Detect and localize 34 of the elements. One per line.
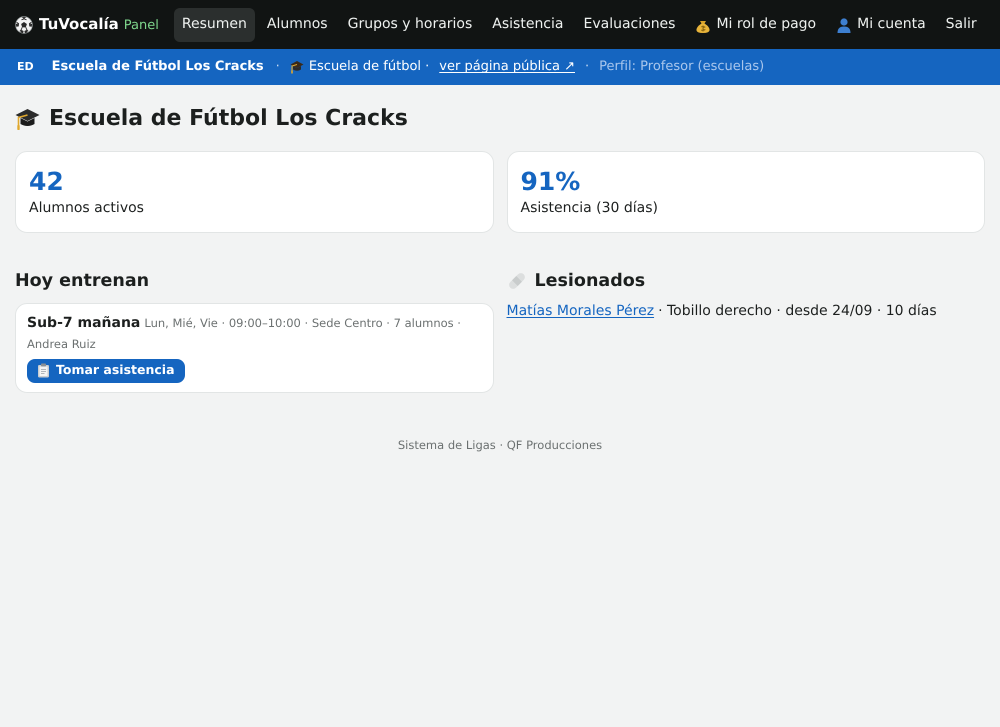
clipboard-icon xyxy=(37,363,50,378)
stat-value: 91% xyxy=(520,166,582,196)
nav-link[interactable]: Salir xyxy=(938,8,985,42)
org-name: Escuela de Fútbol Los Cracks xyxy=(52,58,264,76)
stat-value: 42 xyxy=(29,166,65,196)
page-title: Escuela de Fútbol Los Cracks xyxy=(49,105,408,132)
nav-link[interactable]: Alumnos xyxy=(258,8,336,42)
separator-dot: · xyxy=(584,58,590,76)
brand-name: TuVocalía xyxy=(39,14,119,36)
separator-dot: · xyxy=(276,58,280,76)
section-heading: Hoy entrenan xyxy=(15,270,150,292)
graduation-cap-icon xyxy=(290,60,304,74)
player-link[interactable]: Matías Morales Pérez xyxy=(506,302,654,318)
nav-link[interactable]: Asistencia xyxy=(484,8,572,42)
stat-label: Asistencia (30 días) xyxy=(520,198,659,218)
take-attendance-button[interactable]: Tomar asistencia xyxy=(27,358,185,382)
group-summary: Sub-7 mañana Lun, Mié, Vie · 09:00–10:00 · Sede Centro · 7 alumnos · Andrea Ruiz xyxy=(27,314,462,352)
stat-label: Alumnos activos xyxy=(29,198,145,218)
injury-entry: Matías Morales Pérez · Tobillo derecho · desde 24/09 · 10 días xyxy=(506,302,938,320)
soccer-ball-icon xyxy=(15,16,33,34)
nav-link[interactable]: Grupos y horarios xyxy=(340,8,480,42)
nav-link[interactable]: Mi rol de pago xyxy=(687,8,824,42)
school-category: Escuela de fútbol · xyxy=(308,58,430,76)
footer-text: Sistema de Ligas · QF Producciones xyxy=(398,436,602,454)
public-page-link[interactable]: ver página pública ↗ xyxy=(439,57,575,77)
nav-link[interactable]: Mi cuenta xyxy=(828,8,934,42)
profile-label: Perfil: Profesor (escuelas) xyxy=(599,58,764,76)
section-heading: Lesionados xyxy=(534,270,646,292)
graduation-cap-icon xyxy=(15,108,40,130)
nav-link[interactable]: Resumen xyxy=(174,8,255,42)
nav-link[interactable]: Evaluaciones xyxy=(575,8,684,42)
user-icon xyxy=(836,16,852,32)
brand-tag: Panel xyxy=(124,16,159,36)
org-initials: ED xyxy=(17,58,34,75)
